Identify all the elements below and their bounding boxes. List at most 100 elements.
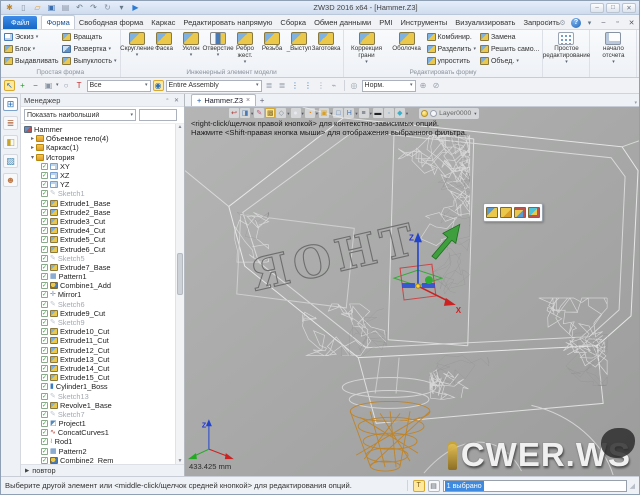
- tab-item[interactable]: Редактировать напрямую: [179, 16, 276, 29]
- collapse-icon[interactable]: ▾: [29, 154, 36, 161]
- style-icon[interactable]: ⌂: [543, 17, 554, 28]
- checkbox-checked-icon[interactable]: ✓: [41, 411, 48, 418]
- checkbox-checked-icon[interactable]: ✓: [41, 365, 48, 372]
- tab-item[interactable]: Обмен данными: [310, 16, 375, 29]
- draft-button[interactable]: Уклон▾: [178, 31, 205, 58]
- pick-all-icon[interactable]: ⋮: [316, 80, 327, 91]
- tree-item[interactable]: ✓Extrude1_Base: [21, 199, 184, 208]
- user-icon[interactable]: ☻: [3, 173, 18, 187]
- redo-icon[interactable]: ↷: [88, 2, 99, 13]
- tab-shape-active[interactable]: Форма: [41, 15, 74, 29]
- scroll-up-icon[interactable]: ▲: [178, 124, 183, 130]
- checkbox-checked-icon[interactable]: ✓: [41, 457, 48, 464]
- checkbox-checked-icon[interactable]: ✓: [41, 273, 48, 280]
- face-offset-button[interactable]: Коррекция грани▾: [347, 31, 387, 65]
- remove-select-icon[interactable]: −: [30, 80, 41, 91]
- pick-last-icon[interactable]: ⋮: [303, 80, 314, 91]
- revolve-button[interactable]: Вращать: [62, 33, 116, 41]
- layer-dropdown[interactable]: Layer0000▾: [439, 110, 476, 117]
- checkbox-checked-icon[interactable]: ✓: [41, 282, 48, 289]
- hole-button[interactable]: Отверстие▾: [205, 31, 232, 58]
- checkbox-checked-icon[interactable]: ✓: [41, 246, 48, 253]
- tab-scroll-icon[interactable]: ▾: [634, 100, 637, 106]
- fillet-button[interactable]: Скругление▾: [124, 31, 151, 58]
- sphere-display-icon[interactable]: ●: [291, 108, 301, 118]
- lasso-icon[interactable]: ○: [61, 80, 72, 91]
- tree-item[interactable]: ✓Combine2_Rem: [21, 456, 184, 464]
- material-icon[interactable]: ◆: [395, 108, 405, 118]
- filter-icon[interactable]: T: [74, 80, 85, 91]
- maximize-icon[interactable]: □: [606, 3, 620, 13]
- open-file-icon[interactable]: ▱: [32, 2, 43, 13]
- boss-button[interactable]: _Выступ: [286, 31, 313, 53]
- window-icon[interactable]: □: [333, 108, 343, 118]
- simple-edit-button[interactable]: Простое редактирование▾: [546, 31, 586, 65]
- tree-item[interactable]: ✓Extrude7_Base: [21, 263, 184, 272]
- tab-item[interactable]: Свободная форма: [75, 16, 147, 29]
- tree-item[interactable]: ✓▦Pattern1: [21, 272, 184, 281]
- pick-arrow-icon[interactable]: ↖: [4, 80, 15, 91]
- checkbox-checked-icon[interactable]: ✓: [41, 383, 48, 390]
- tree-item[interactable]: ✓Revolve1_Base: [21, 401, 184, 410]
- stock-button[interactable]: Заготовка: [313, 31, 340, 53]
- tab-item[interactable]: Сборка: [276, 16, 310, 29]
- combine-ops-button[interactable]: Комбинир.: [427, 33, 476, 41]
- tab-item[interactable]: Визуализировать: [451, 16, 519, 29]
- datum-button[interactable]: начало отсчета▾: [593, 31, 633, 65]
- layers-stack-icon[interactable]: ≡: [359, 108, 369, 118]
- regen-caret-icon[interactable]: ▾: [116, 2, 127, 13]
- save-icon[interactable]: ▣: [46, 2, 57, 13]
- tree-root-hammer[interactable]: Hammer: [21, 125, 184, 134]
- render-manager-icon[interactable]: ▨: [3, 154, 18, 168]
- status-filter-icon[interactable]: Т: [413, 480, 425, 492]
- scope-icon[interactable]: ◉: [153, 80, 164, 91]
- tree-item[interactable]: ✓Extrude10_Cut: [21, 327, 184, 336]
- tree-item[interactable]: ✓✎Sketch13: [21, 391, 184, 400]
- resolve-button[interactable]: Решить само...: [480, 45, 540, 53]
- checkbox-checked-icon[interactable]: ✓: [41, 218, 48, 225]
- divide-button[interactable]: Разделить▾: [427, 45, 476, 53]
- checkbox-checked-icon[interactable]: ✓: [41, 227, 48, 234]
- tree-item[interactable]: ✓Extrude6_Cut: [21, 244, 184, 253]
- checkbox-checked-icon[interactable]: ✓: [41, 420, 48, 427]
- pick-first-icon[interactable]: ⋮: [290, 80, 301, 91]
- tree-item[interactable]: ✓✎Sketch5: [21, 254, 184, 263]
- tree-item[interactable]: ✓Extrude4_Cut: [21, 226, 184, 235]
- grid-toggle-icon[interactable]: ▫: [384, 108, 394, 118]
- tab-item[interactable]: Каркас: [147, 16, 179, 29]
- blank-circle-icon[interactable]: [430, 110, 437, 117]
- close-icon[interactable]: ✕: [622, 3, 636, 13]
- help-caret-icon[interactable]: ▾: [584, 17, 595, 28]
- tree-scrollbar[interactable]: ▲▼: [175, 124, 184, 464]
- tree-item[interactable]: ✓Extrude14_Cut: [21, 364, 184, 373]
- viewport[interactable]: ЯOHT: [185, 107, 639, 476]
- tree-item[interactable]: ✓Extrude11_Cut: [21, 336, 184, 345]
- doc-close-icon[interactable]: ✕: [626, 17, 637, 28]
- tree-item[interactable]: ✓Extrude3_Cut: [21, 217, 184, 226]
- checkbox-checked-icon[interactable]: ✓: [41, 172, 48, 179]
- tree-item[interactable]: ✓✛Mirror1: [21, 290, 184, 299]
- split-view-icon[interactable]: H: [344, 108, 354, 118]
- tree-search-box[interactable]: [139, 109, 177, 121]
- expand-icon[interactable]: ▸: [29, 135, 36, 142]
- tree-item[interactable]: ✓XZ: [21, 171, 184, 180]
- quickpick-shape1-icon[interactable]: [486, 207, 498, 218]
- shell-button[interactable]: Оболочка: [387, 31, 427, 53]
- related-icon[interactable]: ⌁: [329, 80, 340, 91]
- replace-button[interactable]: Замена: [480, 33, 540, 41]
- unfold-button[interactable]: Развертка▾: [62, 45, 116, 53]
- tree-item[interactable]: ✓✎Sketch9: [21, 318, 184, 327]
- merge-button[interactable]: Объед.▾: [480, 57, 540, 65]
- play-icon[interactable]: ▶: [130, 2, 141, 13]
- tree-item[interactable]: ✓▮Cylinder1_Boss: [21, 382, 184, 391]
- options-gear-icon[interactable]: ⚙: [557, 17, 568, 28]
- checkbox-checked-icon[interactable]: ✓: [41, 438, 48, 445]
- expand-icon[interactable]: ▸: [29, 144, 36, 151]
- tree-item[interactable]: ✓Extrude9_Cut: [21, 309, 184, 318]
- checkbox-checked-icon[interactable]: ✓: [41, 310, 48, 317]
- checkbox-checked-icon[interactable]: ✓: [41, 319, 48, 326]
- checkbox-checked-icon[interactable]: ✓: [41, 448, 48, 455]
- checkbox-checked-icon[interactable]: ✓: [41, 393, 48, 400]
- new-document-tab-button[interactable]: +: [256, 94, 268, 106]
- replay-footer[interactable]: ▶ повтор: [21, 464, 184, 476]
